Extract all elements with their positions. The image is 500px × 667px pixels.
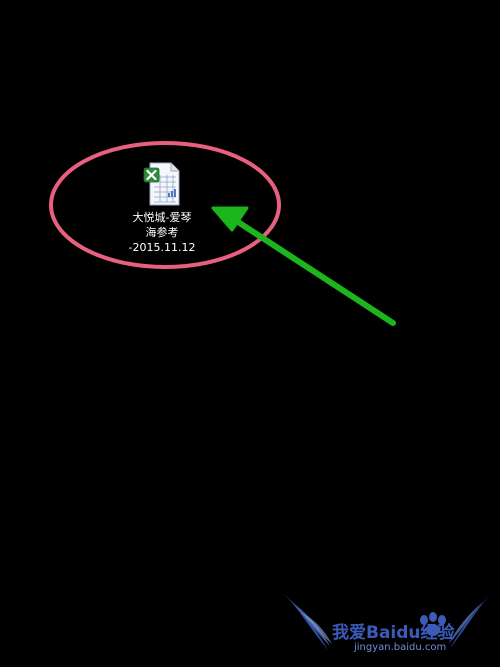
watermark-url: jingyan.baidu.com [354,642,447,653]
watermark-text: 我爱Baidu经验 [332,623,455,643]
baidu-jingyan-watermark: 我爱Baidu经验 jingyan.baidu.com [280,588,495,663]
file-name-line-1: 大悦城-爱琴 [132,211,192,224]
desktop-file-excel[interactable]: 大悦城-爱琴 海参考 -2015.11.12 [118,160,206,255]
desktop-background [0,0,500,667]
file-name-line-3: -2015.11.12 [128,241,196,254]
file-name-label: 大悦城-爱琴 海参考 -2015.11.12 [118,210,206,255]
file-name-line-2: 海参考 [145,226,179,239]
excel-spreadsheet-icon [143,162,180,206]
